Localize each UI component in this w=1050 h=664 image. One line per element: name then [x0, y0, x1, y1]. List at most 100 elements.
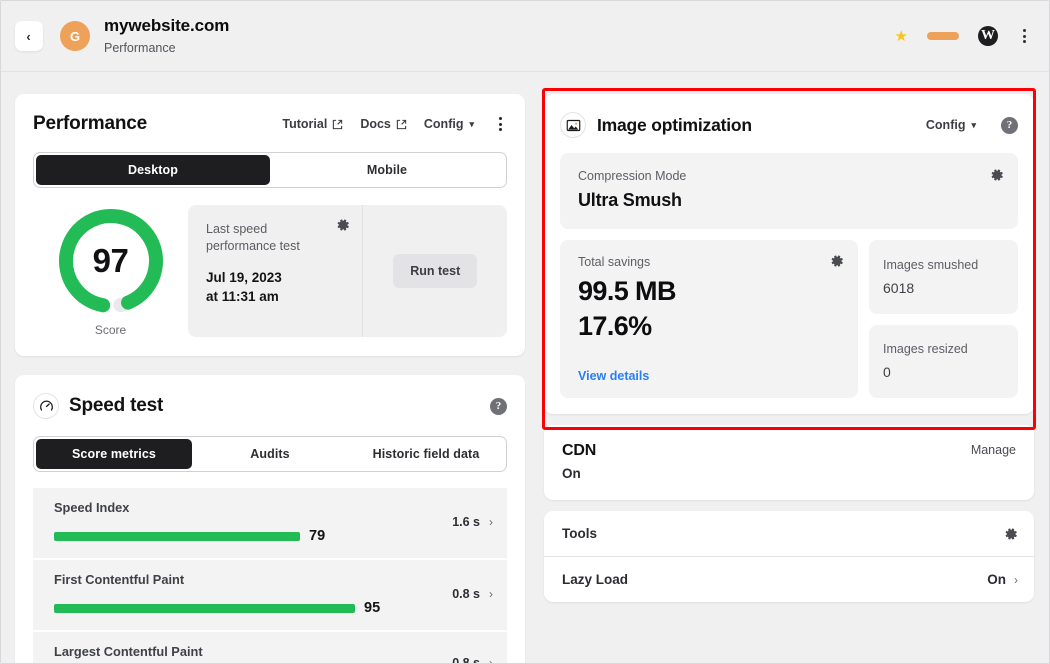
table-row[interactable]: Largest Contentful Paint 0.8 s › — [33, 632, 507, 664]
last-test-date: Jul 19, 2023 at 11:31 am — [206, 268, 348, 306]
chevron-right-icon[interactable]: › — [489, 656, 493, 664]
cdn-status: On — [562, 466, 1018, 481]
back-button[interactable]: ‹ — [15, 21, 43, 51]
cdn-manage-link[interactable]: Manage — [971, 443, 1016, 457]
compression-mode-tile[interactable]: Compression Mode Ultra Smush — [560, 153, 1018, 229]
metric-label: First Contentful Paint — [54, 572, 442, 587]
metric-score: 79 — [309, 528, 325, 544]
image-optimization-header: Image optimization Config ▾ ? — [560, 112, 1018, 138]
speed-test-card: Speed test ? Score metrics Audits Histor… — [15, 375, 525, 664]
metric-bar-line: 79 — [54, 528, 442, 544]
wordpress-icon[interactable]: W — [978, 26, 998, 46]
tab-desktop[interactable]: Desktop — [36, 155, 270, 185]
image-optimization-card: Image optimization Config ▾ ? Compressio… — [544, 94, 1034, 414]
metrics-list: Speed Index 79 1.6 s › — [33, 488, 507, 664]
vertical-dots-menu-icon[interactable] — [1017, 29, 1031, 43]
performance-menu-icon[interactable] — [493, 117, 507, 131]
score-gauge-wrapper: 97 Score — [33, 205, 188, 337]
tab-historic-field-data[interactable]: Historic field data — [348, 439, 504, 469]
total-savings-percent: 17.6% — [578, 309, 842, 344]
chevron-right-icon[interactable]: › — [489, 587, 493, 601]
metric-time-group: 1.6 s › — [442, 515, 493, 529]
top-bar-actions: ★ W — [895, 26, 1031, 46]
performance-body: 97 Score Last speed performance test Jul… — [33, 205, 507, 337]
avatar[interactable]: G — [60, 21, 90, 51]
metric-time: 1.6 s — [452, 515, 480, 529]
config-label: Config — [424, 117, 464, 131]
metric-time-group: 0.8 s › — [442, 587, 493, 601]
help-glyph: ? — [496, 400, 502, 412]
total-savings-label: Total savings — [578, 255, 842, 269]
gear-icon[interactable] — [830, 254, 844, 268]
lazy-load-status: On — [987, 572, 1006, 587]
tab-score-metrics[interactable]: Score metrics — [36, 439, 192, 469]
performance-card: Performance Tutorial Docs — [15, 94, 525, 356]
score-value: 97 — [55, 205, 167, 317]
external-link-icon — [332, 119, 343, 130]
help-icon[interactable]: ? — [1001, 117, 1018, 134]
site-meta: mywebsite.com Performance — [104, 16, 229, 55]
left-column: Performance Tutorial Docs — [15, 94, 525, 664]
table-row[interactable]: First Contentful Paint 95 0.8 s › — [33, 560, 507, 632]
avatar-initial: G — [70, 29, 80, 44]
savings-side-stats: Images smushed 6018 Images resized 0 — [869, 240, 1018, 398]
gear-icon[interactable] — [1004, 527, 1018, 541]
tools-title: Tools — [562, 526, 597, 541]
chevron-right-icon[interactable]: › — [1014, 573, 1018, 587]
metric-time-group: 0.8 s › — [442, 656, 493, 664]
speedometer-icon — [33, 393, 59, 419]
savings-grid: Total savings 99.5 MB 17.6% View details… — [560, 240, 1018, 398]
cdn-title: CDN — [562, 442, 1018, 460]
gear-icon[interactable] — [990, 168, 1004, 182]
star-icon[interactable]: ★ — [895, 29, 908, 44]
table-row[interactable]: Speed Index 79 1.6 s › — [33, 488, 507, 560]
score-gauge: 97 — [55, 205, 167, 317]
last-test-time-value: at 11:31 am — [206, 287, 348, 306]
config-dropdown[interactable]: Config ▾ — [424, 117, 474, 131]
tab-audits[interactable]: Audits — [192, 439, 348, 469]
tab-mobile[interactable]: Mobile — [270, 155, 504, 185]
images-smushed-label: Images smushed — [883, 258, 1004, 272]
performance-header-links: Tutorial Docs Config — [282, 117, 507, 131]
page-title: mywebsite.com — [104, 16, 229, 36]
tools-row-header[interactable]: Tools — [544, 511, 1034, 556]
image-optimization-title: Image optimization — [597, 115, 752, 136]
wordpress-glyph: W — [981, 28, 995, 44]
speed-test-title: Speed test — [69, 395, 163, 417]
images-smushed-value: 6018 — [883, 280, 1004, 296]
metric-main: Speed Index 79 — [54, 500, 442, 544]
metric-label: Speed Index — [54, 500, 442, 515]
chevron-left-icon: ‹ — [26, 30, 30, 43]
view-details-link[interactable]: View details — [578, 369, 842, 383]
tools-row-lazy-load[interactable]: Lazy Load On › — [544, 556, 1034, 602]
metric-time: 0.8 s — [452, 587, 480, 601]
score-label: Score — [95, 323, 126, 337]
help-glyph: ? — [1007, 119, 1013, 131]
top-bar: ‹ G mywebsite.com Performance ★ W — [1, 1, 1049, 72]
tutorial-link[interactable]: Tutorial — [282, 117, 343, 131]
page-subtitle: Performance — [104, 41, 229, 56]
orange-pill-indicator[interactable] — [927, 32, 959, 40]
speed-test-header: Speed test ? — [33, 393, 507, 419]
metric-score: 95 — [364, 600, 380, 616]
dashboard-content: Performance Tutorial Docs — [1, 72, 1049, 664]
chevron-right-icon[interactable]: › — [489, 515, 493, 529]
run-test-area: Run test — [363, 205, 507, 337]
last-test-info: Last speed performance test Jul 19, 2023… — [188, 205, 363, 337]
right-column: Image optimization Config ▾ ? Compressio… — [544, 94, 1034, 602]
last-test-caption: Last speed performance test — [206, 221, 331, 256]
help-icon[interactable]: ? — [490, 398, 507, 415]
image-optimization-config-dropdown[interactable]: Config ▾ — [926, 118, 976, 132]
cdn-card: CDN On Manage — [544, 425, 1034, 500]
gear-icon[interactable] — [336, 218, 350, 232]
smush-performance-dashboard: ‹ G mywebsite.com Performance ★ W Perfor… — [0, 0, 1050, 664]
speed-test-tabs: Score metrics Audits Historic field data — [33, 436, 507, 472]
last-test-panel: Last speed performance test Jul 19, 2023… — [188, 205, 507, 337]
docs-link[interactable]: Docs — [360, 117, 407, 131]
run-test-button[interactable]: Run test — [393, 254, 477, 288]
chevron-down-icon: ▾ — [469, 119, 474, 130]
compression-mode-label: Compression Mode — [578, 169, 1002, 183]
external-link-icon — [396, 119, 407, 130]
docs-label: Docs — [360, 117, 391, 131]
total-savings-size: 99.5 MB — [578, 274, 842, 309]
